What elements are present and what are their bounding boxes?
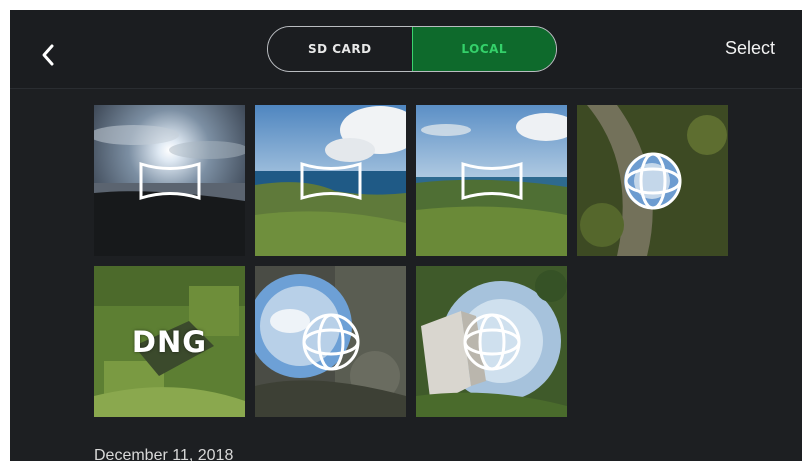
dng-badge: DNG [131, 324, 208, 359]
panorama-icon [139, 161, 200, 200]
media-thumbnail[interactable] [416, 105, 567, 256]
chevron-left-icon [42, 44, 54, 66]
panorama-icon [461, 161, 522, 200]
sphere-icon [624, 152, 681, 209]
media-thumbnail[interactable] [255, 266, 406, 417]
media-thumbnail[interactable]: DNG [94, 266, 245, 417]
panorama-icon [300, 161, 361, 200]
media-thumbnail[interactable] [577, 105, 728, 256]
section-date-header: December 11, 2018 [94, 447, 234, 461]
top-bar: SD CARD LOCAL Select [10, 10, 802, 89]
media-gallery-screen: SD CARD LOCAL Select DNG December 11, 20… [10, 10, 802, 461]
back-button[interactable] [36, 40, 60, 70]
tab-sd-card[interactable]: SD CARD [268, 27, 412, 71]
select-button[interactable]: Select [725, 38, 775, 59]
sphere-icon [302, 313, 359, 370]
media-thumbnail[interactable] [416, 266, 567, 417]
source-toggle: SD CARD LOCAL [267, 26, 557, 72]
tab-local[interactable]: LOCAL [411, 27, 556, 71]
media-thumbnail[interactable] [94, 105, 245, 256]
sphere-icon [463, 313, 520, 370]
media-thumbnail[interactable] [255, 105, 406, 256]
